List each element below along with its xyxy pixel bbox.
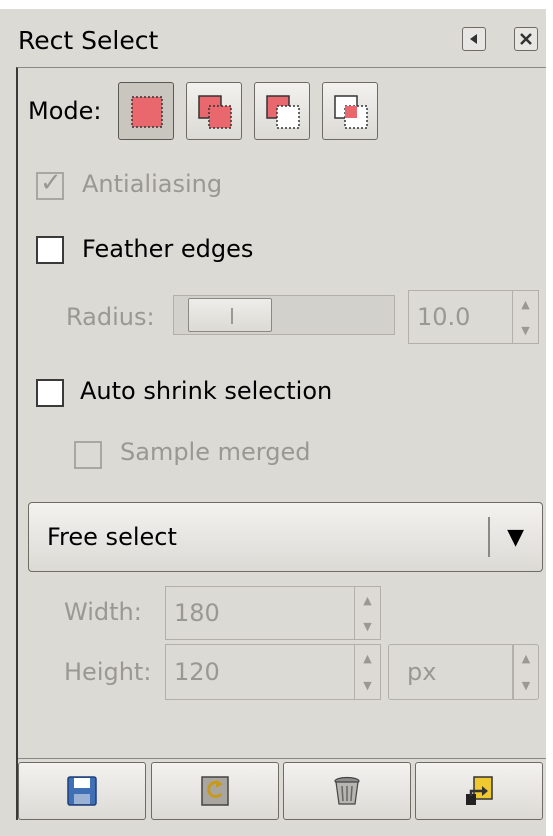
antialiasing-checkbox[interactable]: ✓ xyxy=(36,168,64,200)
reset-options-button[interactable] xyxy=(415,762,543,820)
radius-label: Radius: xyxy=(66,303,155,331)
save-icon xyxy=(67,776,97,806)
arrow-down-icon: ▼ xyxy=(521,323,530,337)
unit-selector[interactable]: px ▲ ▼ xyxy=(388,644,539,700)
height-spinbutton[interactable]: 120 ▲ ▼ xyxy=(165,644,381,700)
triangle-left-icon xyxy=(470,34,477,44)
rect-select-panel: Rect Select Mode: ✓ Antialiasing Feather… xyxy=(0,0,553,836)
auto-shrink-label: Auto shrink selection xyxy=(80,377,333,405)
mode-replace-button[interactable] xyxy=(118,82,174,140)
sample-merged-label: Sample merged xyxy=(120,438,311,466)
close-button[interactable] xyxy=(514,27,538,51)
antialiasing-label: Antialiasing xyxy=(82,170,223,198)
radius-spin-arrows[interactable]: ▲ ▼ xyxy=(512,291,538,343)
feather-edges-label: Feather edges xyxy=(82,235,254,263)
add-mode-icon xyxy=(198,95,232,129)
unit-value: px xyxy=(407,658,437,686)
replace-mode-icon xyxy=(131,96,163,128)
arrow-down-icon: ▼ xyxy=(521,679,531,692)
arrow-down-icon: ▼ xyxy=(363,679,372,692)
mode-add-button[interactable] xyxy=(186,82,242,140)
save-options-button[interactable] xyxy=(18,762,146,820)
panel-title: Rect Select xyxy=(18,26,159,55)
arrow-up-icon: ▲ xyxy=(363,593,372,607)
auto-shrink-checkbox[interactable] xyxy=(36,379,64,407)
radius-value: 10.0 xyxy=(417,303,471,331)
width-value: 180 xyxy=(174,599,220,627)
width-spin-arrows[interactable]: ▲ ▼ xyxy=(354,587,380,639)
select-mode-combo[interactable]: Free select ▼ xyxy=(28,502,543,572)
sample-merged-checkbox[interactable] xyxy=(74,441,102,469)
intersect-mode-icon xyxy=(334,95,368,129)
height-spin-arrows[interactable]: ▲ ▼ xyxy=(354,645,380,699)
radius-slider-handle[interactable] xyxy=(188,298,272,332)
restore-icon xyxy=(201,776,229,806)
arrow-up-icon: ▲ xyxy=(521,297,530,311)
right-edge xyxy=(546,0,553,836)
unit-arrows[interactable]: ▲ ▼ xyxy=(512,645,538,699)
arrow-down-icon: ▼ xyxy=(363,619,372,633)
arrow-up-icon: ▲ xyxy=(521,652,531,665)
combo-separator xyxy=(488,517,490,557)
height-label: Height: xyxy=(64,658,152,686)
width-label: Width: xyxy=(64,598,142,626)
width-spinbutton[interactable]: 180 ▲ ▼ xyxy=(165,586,381,640)
mode-subtract-button[interactable] xyxy=(254,82,310,140)
delete-icon xyxy=(334,776,360,805)
subtract-mode-icon xyxy=(266,95,300,129)
check-icon: ✓ xyxy=(40,168,62,198)
select-mode-value: Free select xyxy=(47,523,177,551)
mode-intersect-button[interactable] xyxy=(322,82,378,140)
feather-edges-checkbox[interactable] xyxy=(36,236,64,264)
mode-label: Mode: xyxy=(28,97,102,125)
delete-options-button[interactable] xyxy=(283,762,411,820)
arrow-up-icon: ▲ xyxy=(363,652,372,665)
top-edge xyxy=(0,0,553,9)
menu-button[interactable] xyxy=(462,27,486,51)
dropdown-arrow-icon: ▼ xyxy=(507,525,524,550)
reset-icon xyxy=(466,776,493,805)
radius-spinbutton[interactable]: 10.0 ▲ ▼ xyxy=(408,290,539,344)
height-value: 120 xyxy=(174,658,220,686)
restore-options-button[interactable] xyxy=(151,762,279,820)
close-icon xyxy=(520,33,532,45)
